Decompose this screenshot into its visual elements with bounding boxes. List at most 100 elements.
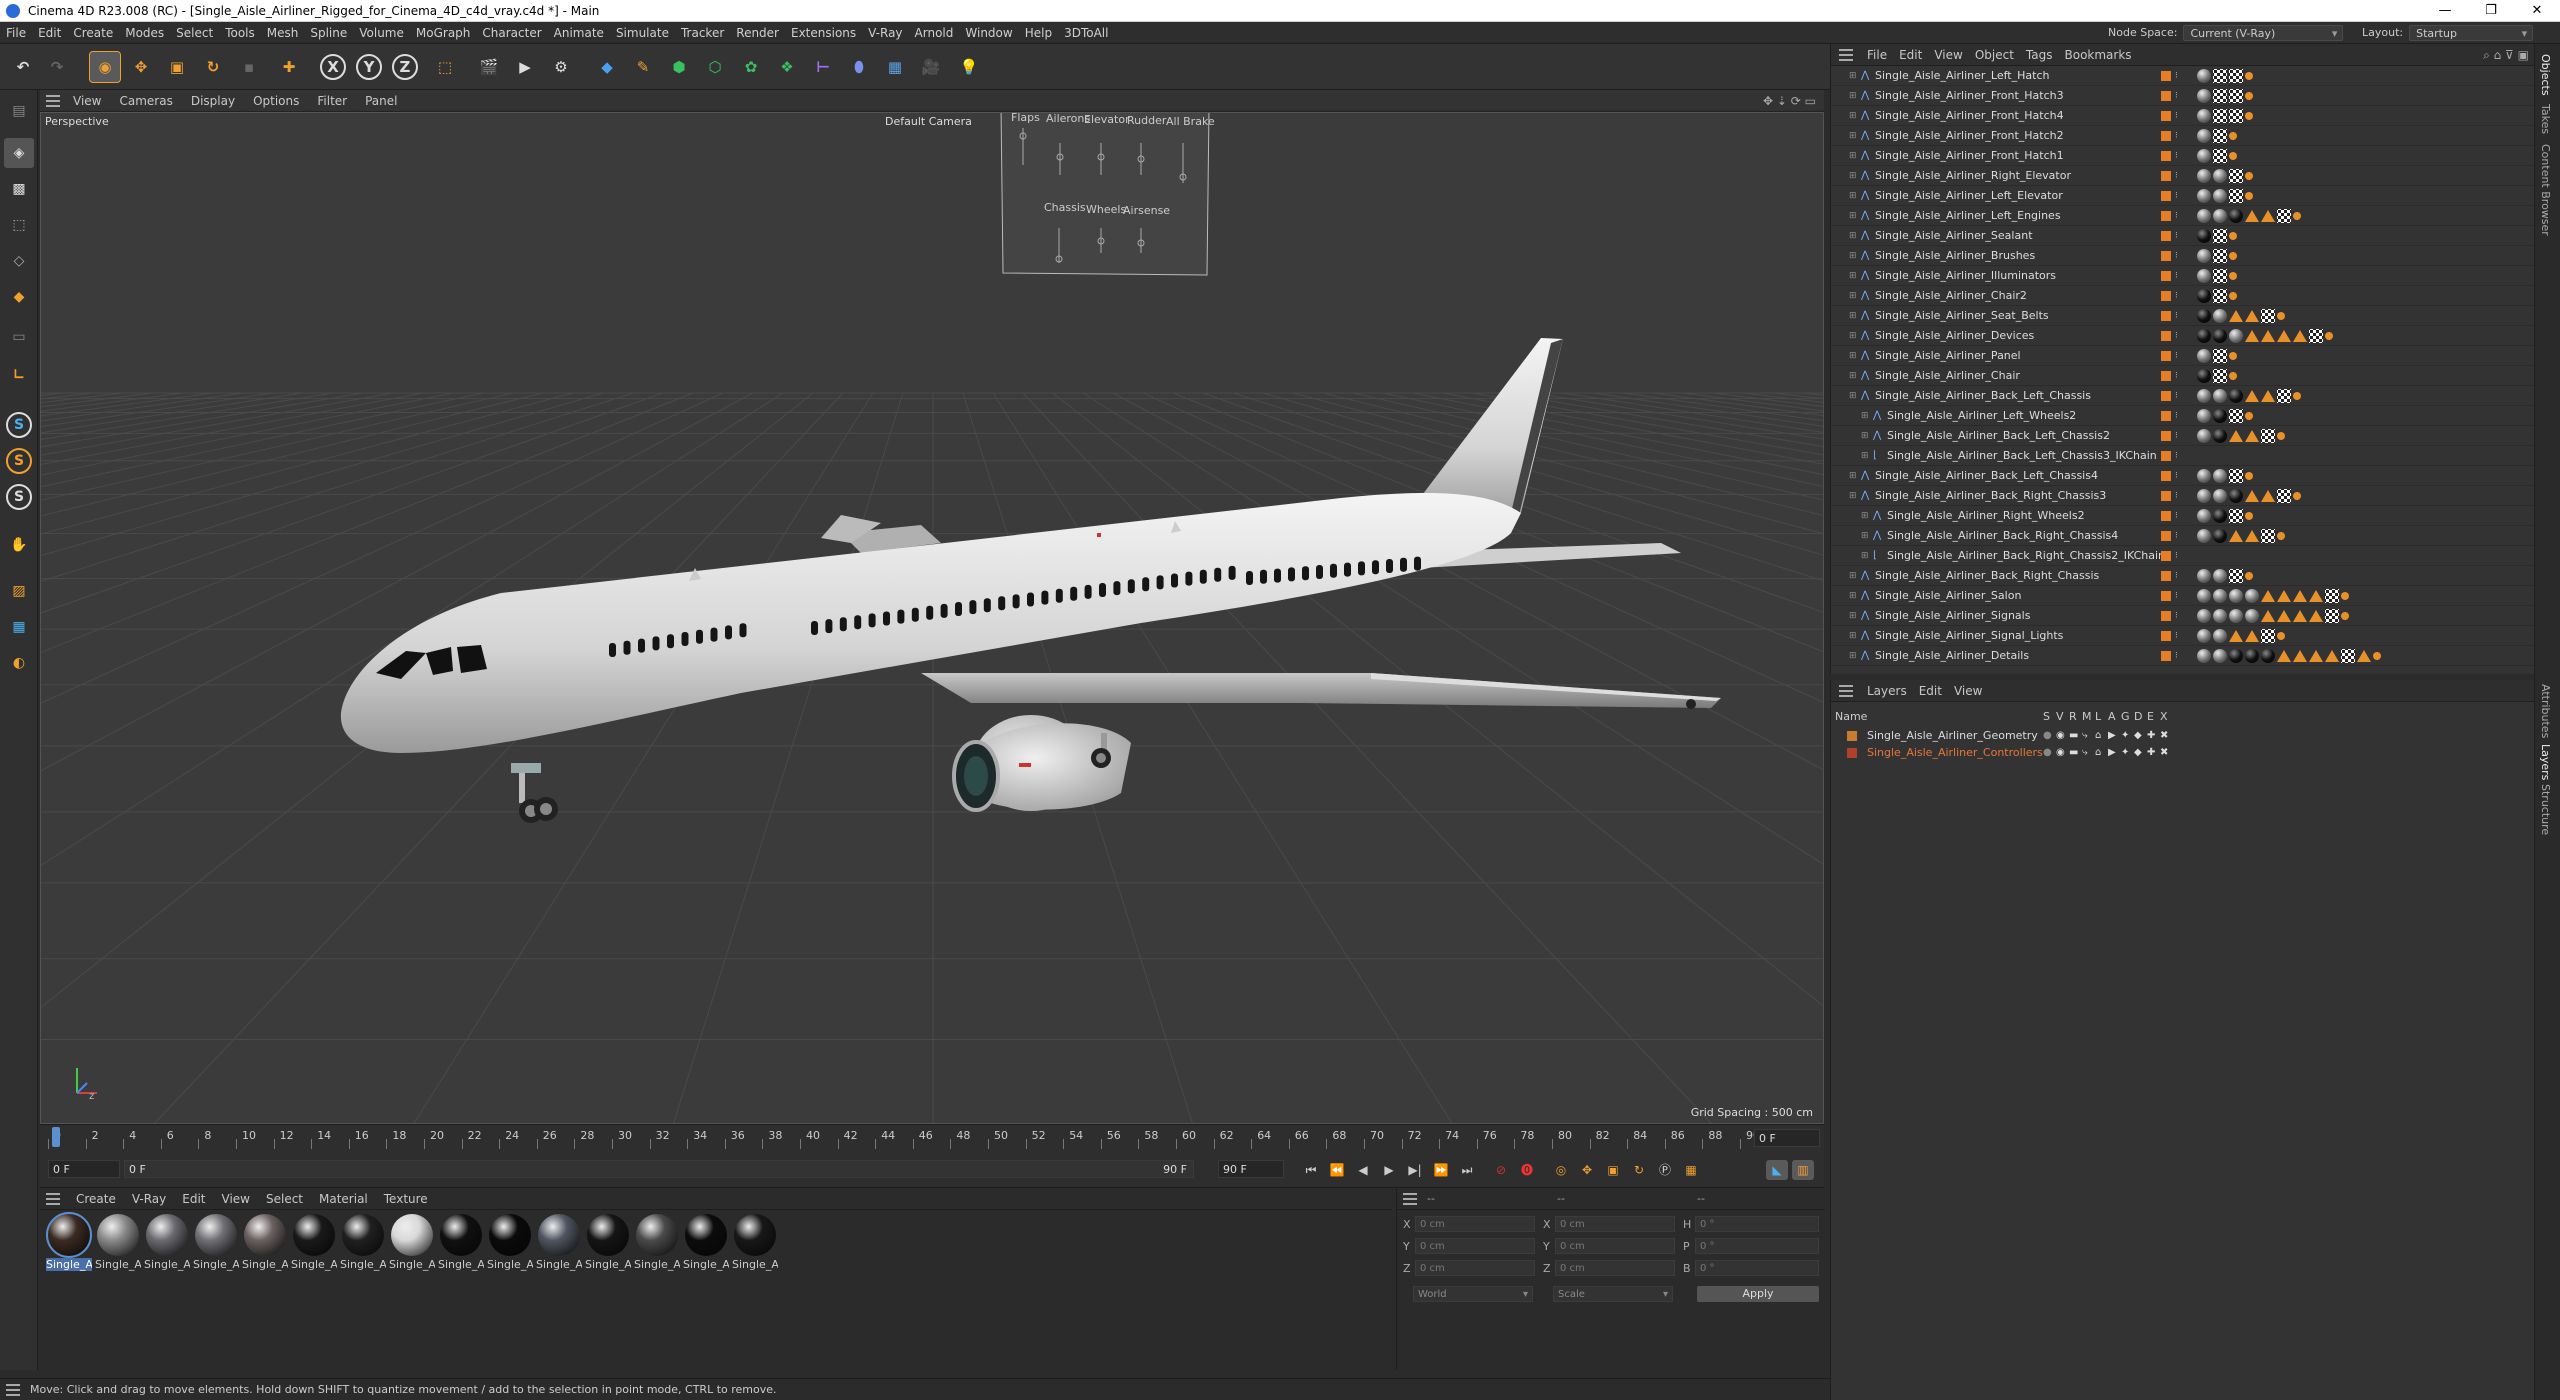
current-frame-field[interactable]: 0 F (1754, 1129, 1820, 1147)
visibility-dots-icon[interactable]: ⁝ (2175, 191, 2179, 201)
expand-toggle-icon[interactable]: ⊞ (1861, 526, 1869, 546)
layer-color-swatch[interactable] (2161, 451, 2171, 461)
texture-tag-icon[interactable] (2277, 389, 2291, 403)
material-tag-icon[interactable] (2197, 649, 2211, 663)
uv-mode-icon[interactable]: ▭ (4, 322, 34, 352)
timeline-window-icon[interactable]: ▥ (1792, 1160, 1814, 1180)
object-row[interactable]: ⊞ ⋀ Single_Aisle_Airliner_Front_Hatch2 ⁝ (1831, 126, 2535, 146)
grid-snap-icon[interactable]: ▦ (4, 612, 34, 642)
minimize-button[interactable]: — (2422, 0, 2468, 22)
texture-tag-icon[interactable] (2229, 569, 2243, 583)
menu-extensions[interactable]: Extensions (785, 22, 862, 44)
lock-workplane-icon[interactable]: ◐ (4, 648, 34, 678)
layer-color-swatch[interactable] (2161, 91, 2171, 101)
layer-color-swatch[interactable] (2161, 211, 2171, 221)
menu-modes[interactable]: Modes (119, 22, 170, 44)
protection-tag-icon[interactable] (2261, 330, 2275, 342)
layer-color-swatch[interactable] (2161, 371, 2171, 381)
layer-color-swatch[interactable] (2161, 491, 2171, 501)
visibility-dots-icon[interactable]: ⁝ (2175, 111, 2179, 121)
object-menu-icon[interactable] (1839, 49, 1853, 61)
object-row[interactable]: ⊞ ⋀ Single_Aisle_Airliner_Signal_Lights ⁝ (1831, 626, 2535, 646)
paint-icon[interactable]: ▨ (4, 576, 34, 606)
vray-tag-icon[interactable] (2229, 272, 2237, 280)
side-tab-takes[interactable]: Takes (2539, 104, 2552, 134)
object-row[interactable]: ⊞ ⋀ Single_Aisle_Airliner_Back_Right_Chass… (1831, 486, 2535, 506)
material-tag-icon[interactable] (2229, 329, 2243, 343)
visibility-dots-icon[interactable]: ⁝ (2175, 411, 2179, 421)
material-tag-icon[interactable] (2213, 209, 2227, 223)
vray-tag-icon[interactable] (2245, 192, 2253, 200)
material-tag-icon[interactable] (2229, 209, 2243, 223)
keyframe-selection-icon[interactable]: ◎ (1550, 1160, 1572, 1180)
vray-tag-icon[interactable] (2229, 252, 2237, 260)
vray-tag-icon[interactable] (2245, 512, 2253, 520)
layer-flag-toggle-icon[interactable]: ⌂ (2095, 745, 2101, 761)
material-menu-material[interactable]: Material (311, 1188, 376, 1210)
material-tag-icon[interactable] (2197, 149, 2211, 163)
object-row[interactable]: ⊞ ⋀ Single_Aisle_Airliner_Front_Hatch3 ⁝ (1831, 86, 2535, 106)
object-row[interactable]: ⊞ ⋀ Single_Aisle_Airliner_Left_Engines ⁝ (1831, 206, 2535, 226)
protection-tag-icon[interactable] (2229, 530, 2243, 542)
vray-tag-icon[interactable] (2245, 92, 2253, 100)
material-tag-icon[interactable] (2197, 69, 2211, 83)
protection-tag-icon[interactable] (2261, 390, 2275, 402)
material-tag-icon[interactable] (2213, 309, 2227, 323)
expand-toggle-icon[interactable]: ⊞ (1861, 406, 1869, 426)
object-row[interactable]: ⊞ ⋀ Single_Aisle_Airliner_Chair ⁝ (1831, 366, 2535, 386)
visibility-dots-icon[interactable]: ⁝ (2175, 271, 2179, 281)
undo-icon[interactable]: ↶ (8, 52, 38, 82)
workplane-icon[interactable]: ∟ (4, 360, 34, 390)
expand-toggle-icon[interactable]: ⊞ (1849, 386, 1857, 406)
layer-flag-toggle-icon[interactable]: ▶ (2108, 728, 2116, 744)
field-icon[interactable]: ⬮ (844, 52, 874, 82)
expand-toggle-icon[interactable]: ⊞ (1849, 306, 1857, 326)
visibility-dots-icon[interactable]: ⁝ (2175, 91, 2179, 101)
material-menu-view[interactable]: View (214, 1188, 258, 1210)
material-tag-icon[interactable] (2229, 609, 2243, 623)
material-tag-icon[interactable] (2213, 489, 2227, 503)
z-axis-lock-icon[interactable]: Z (392, 54, 418, 80)
texture-tag-icon[interactable] (2325, 589, 2339, 603)
protection-tag-icon[interactable] (2261, 210, 2275, 222)
snap-icon[interactable]: S (6, 412, 32, 438)
position-field[interactable]: 0 cm (1415, 1238, 1535, 1254)
visibility-dots-icon[interactable]: ⁝ (2175, 451, 2179, 461)
layer-flag-toggle-icon[interactable]: ⤷ (2082, 728, 2088, 744)
material-swatch[interactable]: Single_A (438, 1214, 484, 1271)
extrude-generator-icon[interactable]: ⬡ (700, 52, 730, 82)
layer-flag-toggle-icon[interactable]: ⤷ (2082, 745, 2088, 761)
layer-color-swatch[interactable] (1847, 731, 1857, 741)
protection-tag-icon[interactable] (2293, 650, 2307, 662)
snap-settings-icon[interactable]: S (6, 448, 32, 474)
material-swatch[interactable]: Single_A (634, 1214, 680, 1271)
layer-color-swatch[interactable] (2161, 271, 2171, 281)
layer-color-swatch[interactable] (2161, 591, 2171, 601)
vray-tag-icon[interactable] (2229, 152, 2237, 160)
vray-tag-icon[interactable] (2325, 332, 2333, 340)
layer-flag-toggle-icon[interactable]: ✖ (2160, 728, 2168, 744)
vray-tag-icon[interactable] (2245, 72, 2253, 80)
material-tag-icon[interactable] (2213, 389, 2227, 403)
texture-tag-icon[interactable] (2229, 509, 2243, 523)
rotation-field[interactable]: 0 ° (1695, 1260, 1819, 1276)
object-row[interactable]: ⊞ ⋀ Single_Aisle_Airliner_Front_Hatch4 ⁝ (1831, 106, 2535, 126)
vray-tag-icon[interactable] (2229, 232, 2237, 240)
coordinate-system-icon[interactable]: ⬚ (430, 52, 460, 82)
transform-tool-icon[interactable]: ✚ (274, 52, 304, 82)
live-selection-icon[interactable]: ◉ (89, 51, 121, 83)
side-tab-objects[interactable]: Objects (2539, 54, 2552, 96)
menu-v-ray[interactable]: V-Ray (862, 22, 908, 44)
visibility-dots-icon[interactable]: ⁝ (2175, 71, 2179, 81)
layer-flag-toggle-icon[interactable]: ● (2043, 728, 2052, 744)
menu-file[interactable]: File (0, 22, 32, 44)
texture-tag-icon[interactable] (2325, 609, 2339, 623)
expand-toggle-icon[interactable]: ⊞ (1849, 66, 1857, 86)
motion-system-icon[interactable]: ◣ (1766, 1160, 1788, 1180)
object-row[interactable]: ⊞ ⋀ Single_Aisle_Airliner_Left_Hatch ⁝ (1831, 66, 2535, 86)
expand-toggle-icon[interactable]: ⊞ (1849, 646, 1857, 666)
render-view-icon[interactable]: ▶ (510, 52, 540, 82)
floor-icon[interactable]: ▦ (880, 52, 910, 82)
layer-color-swatch[interactable] (1847, 748, 1857, 758)
key-scale-icon[interactable]: ▣ (1602, 1160, 1624, 1180)
